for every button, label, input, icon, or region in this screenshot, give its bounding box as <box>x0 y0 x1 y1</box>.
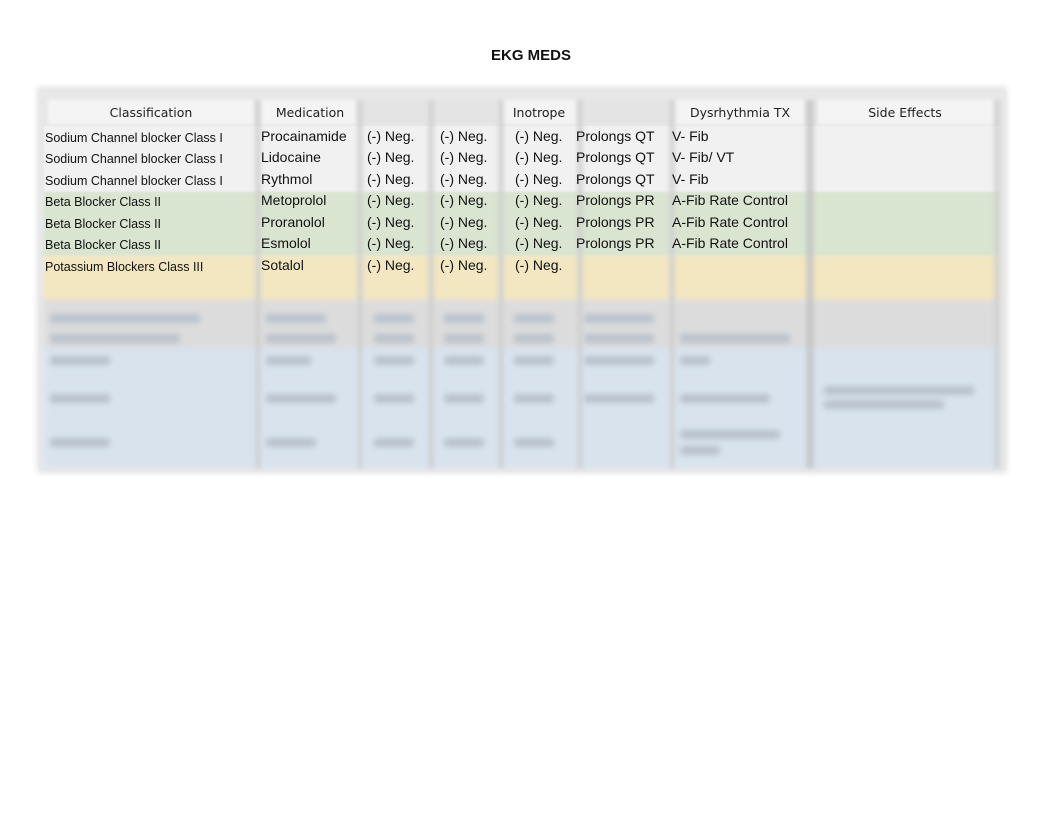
cell-col4: (-) Neg. <box>440 235 488 251</box>
cell-classification: Potassium Blockers Class III <box>45 260 204 274</box>
cell-inotrope: (-) Neg. <box>515 149 563 165</box>
cell-col3: (-) Neg. <box>367 257 415 273</box>
cell-medication: Metoprolol <box>261 192 327 208</box>
table-row: Beta Blocker Class II Esmolol (-) Neg. (-) … <box>44 233 999 255</box>
cell-dysrhythmia-tx: A-Fib Rate Control <box>672 214 788 230</box>
cell-dysrhythmia-tx: A-Fib Rate Control <box>672 192 788 208</box>
cell-classification: Sodium Channel blocker Class I <box>45 174 223 188</box>
cell-inotrope: (-) Neg. <box>515 235 563 251</box>
header-dysrhythmia-tx: Dysrhythmia TX <box>689 105 791 120</box>
table-row: Potassium Blockers Class III Sotalol (-) N… <box>44 255 999 277</box>
cell-inotrope: (-) Neg. <box>515 171 563 187</box>
header-inotrope: Inotrope <box>512 105 566 120</box>
table-row: Beta Blocker Class II Metoprolol (-) Neg. (… <box>44 190 999 212</box>
cell-medication: Sotalol <box>261 257 304 273</box>
table-row: Beta Blocker Class II Proranolol (-) Neg. (… <box>44 212 999 234</box>
header-bg-col3 <box>362 100 426 124</box>
header-bg-ekg <box>582 100 668 124</box>
header-classification: Classification <box>109 105 193 120</box>
cell-dysrhythmia-tx: V- Fib <box>672 128 709 144</box>
header-side-effects: Side Effects <box>868 105 942 120</box>
header-medication: Medication <box>275 105 345 120</box>
cell-col3: (-) Neg. <box>367 192 415 208</box>
cell-col3: (-) Neg. <box>367 214 415 230</box>
cell-ekg: Prolongs PR <box>576 192 655 208</box>
cell-col4: (-) Neg. <box>440 214 488 230</box>
document-title: EKG MEDS <box>490 47 571 64</box>
cell-classification: Beta Blocker Class II <box>45 238 162 252</box>
blurred-preview-region <box>44 300 999 468</box>
table-row: Sodium Channel blocker Class I Lidocaine (… <box>44 147 999 169</box>
cell-ekg: Prolongs QT <box>576 128 655 144</box>
cell-medication: Esmolol <box>261 235 311 251</box>
cell-col4: (-) Neg. <box>440 171 488 187</box>
cell-col4: (-) Neg. <box>440 192 488 208</box>
cell-col3: (-) Neg. <box>367 149 415 165</box>
cell-ekg: Prolongs PR <box>576 235 655 251</box>
cell-ekg: Prolongs QT <box>576 171 655 187</box>
cell-ekg: Prolongs PR <box>576 214 655 230</box>
cell-inotrope: (-) Neg. <box>515 257 563 273</box>
cell-classification: Beta Blocker Class II <box>45 217 162 231</box>
cell-medication: Rythmol <box>261 171 313 187</box>
header-bg-col4 <box>432 100 496 124</box>
cell-medication: Lidocaine <box>261 149 321 165</box>
cell-dysrhythmia-tx: V- Fib/ VT <box>672 149 735 165</box>
table-row: Sodium Channel blocker Class I Rythmol (-)… <box>44 169 999 191</box>
cell-col3: (-) Neg. <box>367 171 415 187</box>
cell-col4: (-) Neg. <box>440 149 488 165</box>
cell-dysrhythmia-tx: A-Fib Rate Control <box>672 235 788 251</box>
cell-inotrope: (-) Neg. <box>515 128 563 144</box>
cell-medication: Procainamide <box>261 128 347 144</box>
cell-dysrhythmia-tx: V- Fib <box>672 171 709 187</box>
cell-medication: Proranolol <box>261 214 325 230</box>
cell-ekg: Prolongs QT <box>576 149 655 165</box>
cell-col4: (-) Neg. <box>440 128 488 144</box>
cell-classification: Beta Blocker Class II <box>45 195 162 209</box>
cell-classification: Sodium Channel blocker Class I <box>45 131 223 145</box>
cell-col3: (-) Neg. <box>367 235 415 251</box>
cell-classification: Sodium Channel blocker Class I <box>45 152 223 166</box>
cell-col3: (-) Neg. <box>367 128 415 144</box>
table-row: Sodium Channel blocker Class I Procainami… <box>44 126 999 148</box>
cell-inotrope: (-) Neg. <box>515 214 563 230</box>
cell-inotrope: (-) Neg. <box>515 192 563 208</box>
cell-col4: (-) Neg. <box>440 257 488 273</box>
